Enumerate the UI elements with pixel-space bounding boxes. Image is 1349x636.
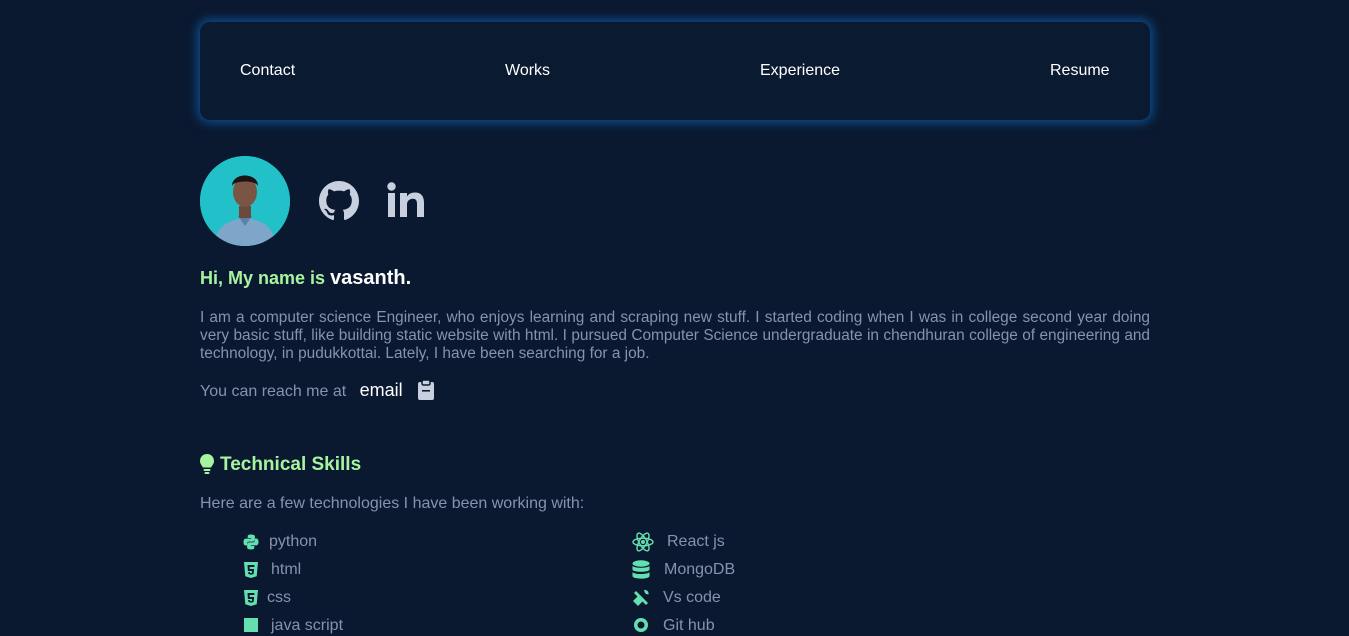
nav-works-link[interactable]: Works [505, 62, 550, 80]
profile-avatar [200, 156, 290, 246]
skill-label: Vs code [663, 589, 721, 606]
html5-icon [244, 562, 258, 578]
contact-line: You can reach me at email [200, 380, 403, 402]
python-icon [243, 534, 259, 550]
lightbulb-icon [200, 454, 214, 474]
tools-icon [633, 589, 649, 606]
skill-label: python [269, 533, 318, 550]
reach-text: You can reach me at [200, 383, 347, 400]
database-icon [632, 560, 650, 579]
skills-title-text: Technical Skills [220, 454, 362, 475]
nav-resume-link[interactable]: Resume [1050, 62, 1110, 80]
top-navbar: Contact Works Experience Resume [200, 22, 1150, 120]
skill-label: java script [271, 617, 344, 634]
greeting-text: Hi, My name is [200, 268, 326, 288]
email-link[interactable]: email [360, 380, 403, 400]
github-icon[interactable] [318, 181, 360, 221]
skill-label: html [271, 561, 302, 578]
css3-icon [244, 590, 258, 606]
skill-label: css [267, 589, 291, 606]
linkedin-icon[interactable] [386, 182, 426, 218]
profile-name: vasanth. [330, 267, 412, 289]
react-icon [632, 532, 654, 552]
clipboard-icon[interactable] [417, 379, 435, 401]
javascript-icon [244, 618, 258, 632]
nav-experience-link[interactable]: Experience [760, 62, 840, 80]
avatar-portrait [200, 156, 290, 246]
skill-label: React js [667, 533, 725, 550]
git-icon [634, 618, 648, 632]
greeting-heading: Hi, My name is vasanth. [200, 266, 411, 290]
skill-label: Git hub [663, 617, 715, 634]
nav-contact-link[interactable]: Contact [240, 62, 295, 80]
about-paragraph: I am a computer science Engineer, who en… [200, 309, 1150, 362]
skill-label: MongoDB [664, 561, 736, 578]
skills-intro-text: Here are a few technologies I have been … [200, 495, 585, 512]
